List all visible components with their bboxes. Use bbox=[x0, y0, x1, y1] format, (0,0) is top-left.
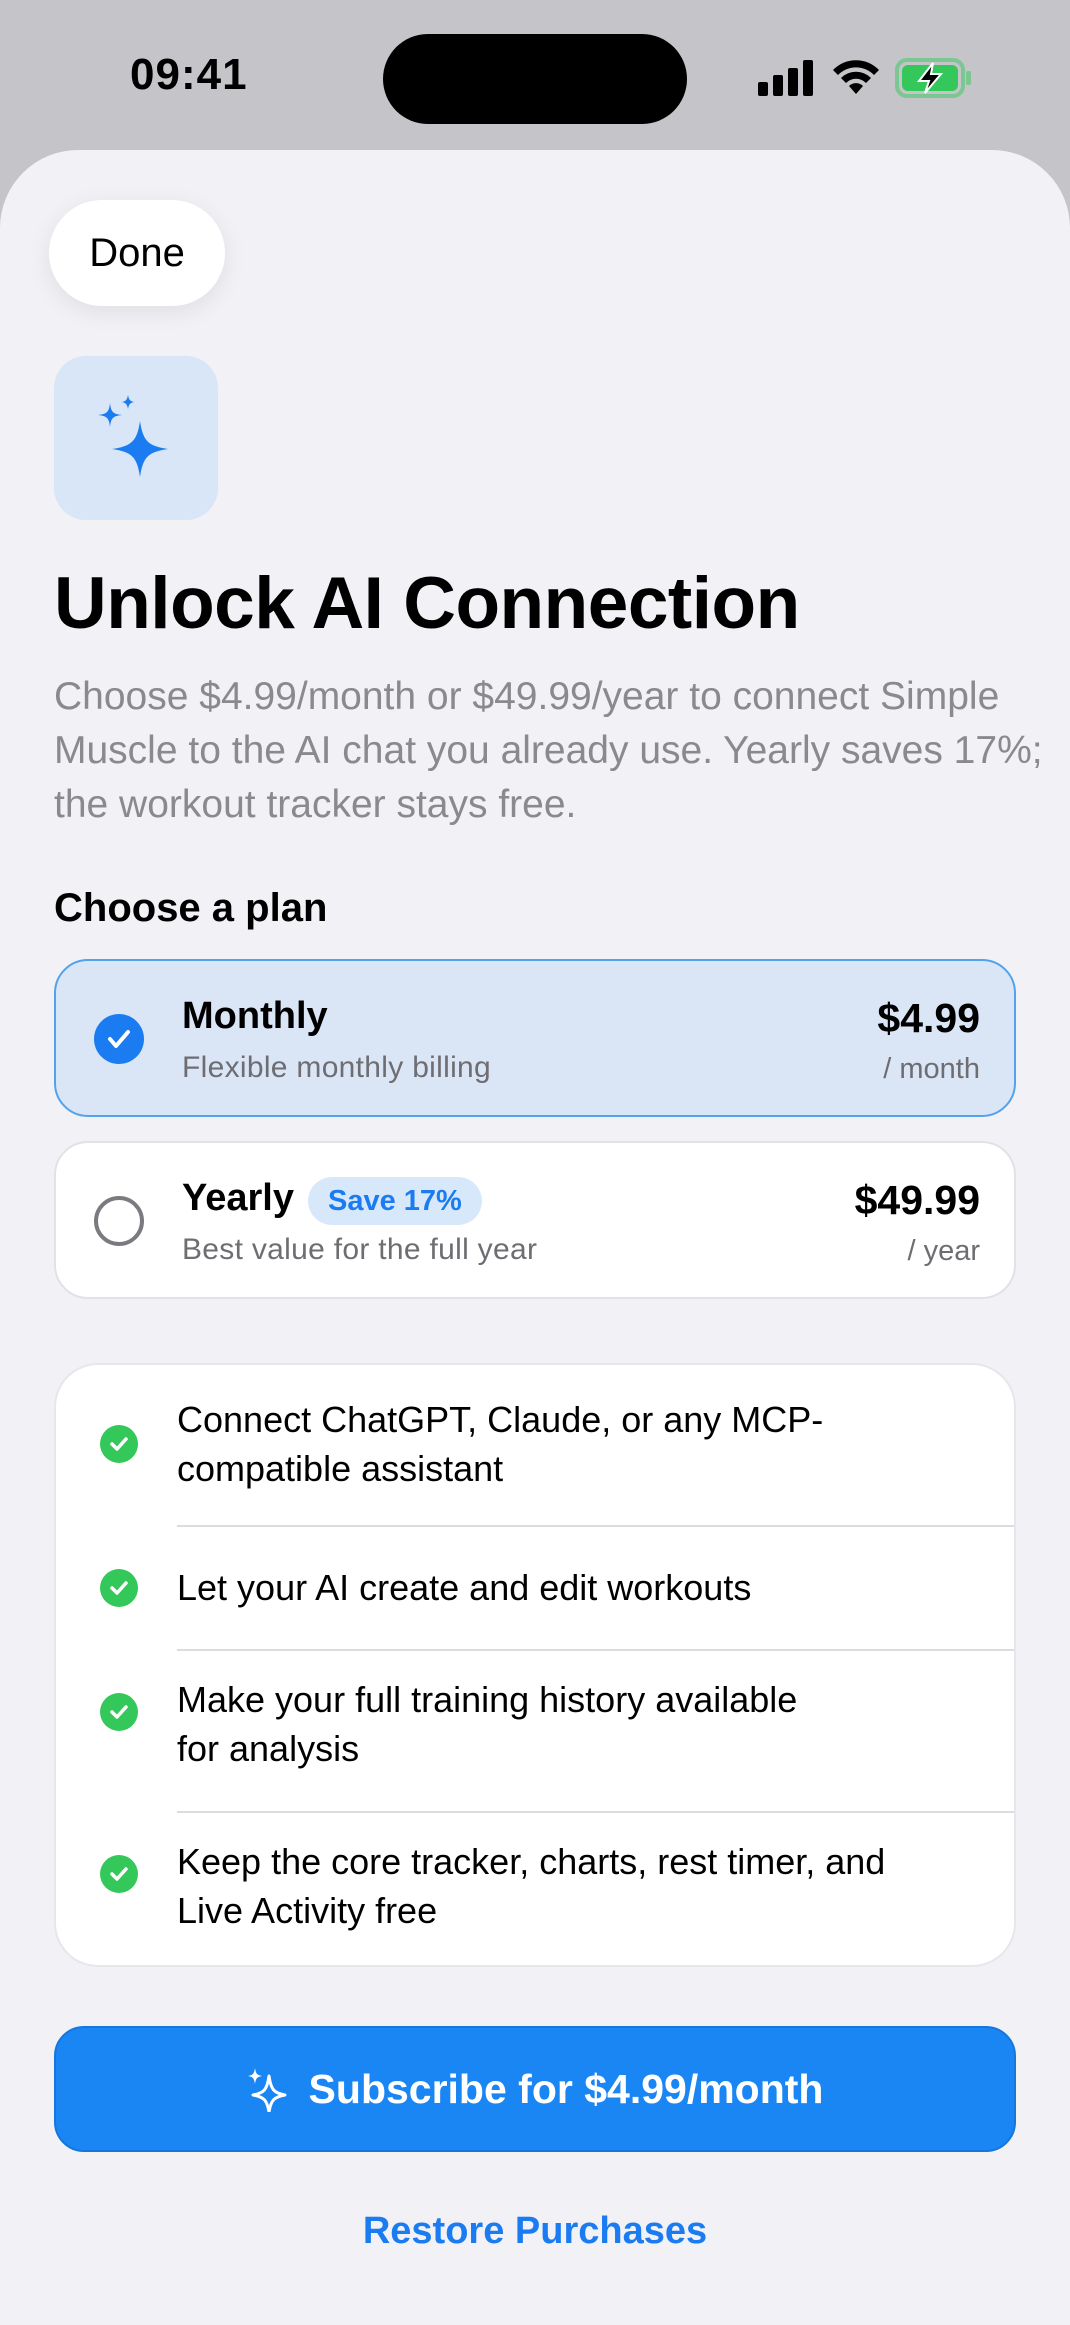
page-title: Unlock AI Connection bbox=[54, 563, 800, 644]
feature-text: Make your full training history availabl… bbox=[177, 1679, 798, 1769]
plan-option-yearly[interactable]: Yearly Save 17% Best value for the full … bbox=[54, 1141, 1016, 1299]
save-badge: Save 17% bbox=[308, 1177, 482, 1225]
plan-price: $49.99 bbox=[854, 1177, 980, 1223]
subscribe-button-label: Subscribe for $4.99/month bbox=[308, 2065, 824, 2112]
battery-charging-icon bbox=[895, 58, 971, 98]
hero-icon-tile bbox=[54, 356, 218, 520]
feature-text: Let your AI create and edit workouts bbox=[177, 1567, 752, 1608]
wifi-icon bbox=[833, 60, 879, 94]
plan-description: Flexible monthly billing bbox=[182, 1051, 492, 1084]
checkmark-circle-icon bbox=[100, 1425, 138, 1463]
feature-item: Make your full training history availabl… bbox=[56, 1651, 1014, 1811]
status-time: 09:41 bbox=[130, 50, 248, 99]
plan-name: Yearly bbox=[182, 1177, 294, 1219]
plan-price: $4.99 bbox=[877, 995, 980, 1041]
feature-text: Keep the core tracker, charts, rest time… bbox=[177, 1841, 886, 1931]
subscribe-button[interactable]: Subscribe for $4.99/month bbox=[54, 2026, 1016, 2152]
checkmark-circle-icon bbox=[100, 1569, 138, 1607]
checkmark-circle-icon bbox=[100, 1855, 138, 1893]
dynamic-island bbox=[383, 34, 687, 124]
feature-list: Connect ChatGPT, Claude, or any MCP-comp… bbox=[54, 1363, 1016, 1967]
cellular-signal-icon bbox=[758, 60, 813, 96]
radio-checked-icon[interactable] bbox=[94, 1014, 144, 1064]
feature-item: Keep the core tracker, charts, rest time… bbox=[56, 1813, 1014, 1965]
feature-item: Connect ChatGPT, Claude, or any MCP-comp… bbox=[56, 1365, 1014, 1525]
checkmark-circle-icon bbox=[100, 1693, 138, 1731]
page-subtitle: Choose $4.99/month or $49.99/year to con… bbox=[54, 675, 1043, 826]
radio-unchecked-icon[interactable] bbox=[94, 1196, 144, 1246]
plan-period: / year bbox=[907, 1235, 980, 1267]
done-button[interactable]: Done bbox=[49, 200, 225, 306]
sparkles-icon bbox=[98, 395, 168, 477]
sparkles-icon bbox=[247, 2066, 287, 2112]
plan-period: / month bbox=[883, 1053, 980, 1085]
plan-name: Monthly bbox=[182, 995, 328, 1037]
feature-item: Let your AI create and edit workouts bbox=[56, 1527, 1014, 1649]
plan-option-monthly[interactable]: Monthly Flexible monthly billing $4.99 /… bbox=[54, 959, 1016, 1117]
plan-section-label: Choose a plan bbox=[54, 886, 328, 930]
status-bar: 09:41 bbox=[0, 0, 1070, 150]
plan-description: Best value for the full year bbox=[182, 1233, 538, 1266]
restore-purchases-link[interactable]: Restore Purchases bbox=[0, 2210, 1070, 2253]
feature-text: Connect ChatGPT, Claude, or any MCP-comp… bbox=[177, 1399, 824, 1489]
